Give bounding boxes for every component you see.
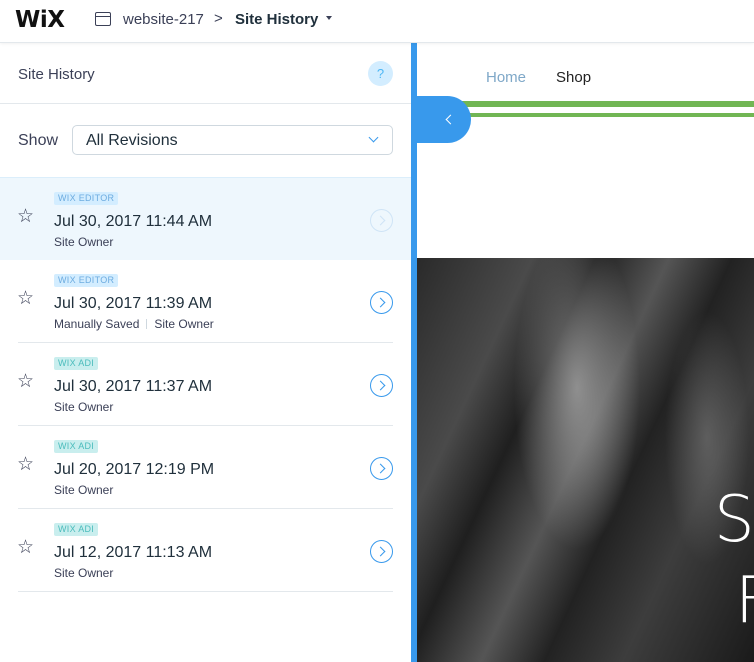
panel-header: Site History ? <box>0 43 411 104</box>
site-history-panel: Site History ? Show All Revisions ☆ WIX E… <box>0 43 411 662</box>
breadcrumb-site-name[interactable]: website-217 <box>123 11 204 28</box>
row-divider <box>18 591 393 592</box>
hero-title-letter: S <box>714 483 754 557</box>
revision-source-badge: WIX ADI <box>54 440 99 453</box>
star-icon[interactable]: ☆ <box>17 372 34 391</box>
breadcrumb-current-page[interactable]: Site History <box>235 11 318 28</box>
revision-row[interactable]: ☆ WIX ADI Jul 12, 2017 11:13 AM Site Owner <box>0 509 411 592</box>
revision-row[interactable]: ☆ WIX EDITOR Jul 30, 2017 11:39 AM Manually… <box>0 260 411 343</box>
star-icon[interactable]: ☆ <box>17 207 34 226</box>
revision-date: Jul 12, 2017 11:13 AM <box>54 544 213 561</box>
revision-filter-dropdown[interactable]: All Revisions <box>72 125 393 155</box>
revision-meta: Site Owner <box>54 483 113 497</box>
preview-green-bar <box>417 101 754 107</box>
revision-date: Jul 30, 2017 11:37 AM <box>54 378 213 395</box>
open-revision-chevron-icon[interactable] <box>370 209 393 232</box>
open-revision-chevron-icon[interactable] <box>370 457 393 480</box>
revision-row[interactable]: ☆ WIX ADI Jul 20, 2017 12:19 PM Site Owner <box>0 426 411 509</box>
revision-meta-item: Manually Saved <box>54 317 140 331</box>
revision-date: Jul 20, 2017 12:19 PM <box>54 461 215 478</box>
site-preview: Home Shop S F <box>417 43 754 662</box>
meta-separator <box>146 319 148 329</box>
chevron-down-icon <box>368 132 379 143</box>
breadcrumb-separator: > <box>214 10 223 27</box>
revision-source-badge: WIX EDITOR <box>54 192 119 205</box>
open-revision-chevron-icon[interactable] <box>370 374 393 397</box>
revision-row[interactable]: ☆ WIX ADI Jul 30, 2017 11:37 AM Site Owner <box>0 343 411 426</box>
caret-down-icon[interactable] <box>326 16 332 20</box>
hero-subtitle-letter: F <box>735 564 754 638</box>
revision-list: ☆ WIX EDITOR Jul 30, 2017 11:44 AM Site Own… <box>0 177 411 592</box>
collapse-panel-button[interactable] <box>411 96 471 143</box>
revision-meta: Site Owner <box>54 566 113 580</box>
panel-title: Site History <box>18 66 95 83</box>
preview-green-bar-thin <box>470 113 754 117</box>
revision-filter-value: All Revisions <box>86 132 178 149</box>
star-icon[interactable]: ☆ <box>17 538 34 557</box>
open-revision-chevron-icon[interactable] <box>370 291 393 314</box>
preview-hero-image: S F <box>417 258 754 662</box>
revision-meta-item: Site Owner <box>54 566 114 580</box>
show-label: Show <box>18 132 59 149</box>
revision-source-badge: WIX ADI <box>54 523 99 536</box>
revision-source-badge: WIX ADI <box>54 357 99 370</box>
preview-nav-home[interactable]: Home <box>486 69 526 86</box>
revision-meta-item: Site Owner <box>54 235 114 249</box>
star-icon[interactable]: ☆ <box>17 455 34 474</box>
star-icon[interactable]: ☆ <box>17 289 34 308</box>
revision-meta: Manually Saved Site Owner <box>54 317 214 331</box>
revision-source-badge: WIX EDITOR <box>54 274 119 287</box>
preview-nav-shop[interactable]: Shop <box>556 69 591 86</box>
revision-meta-item: Site Owner <box>54 400 114 414</box>
help-button[interactable]: ? <box>368 61 393 86</box>
revision-meta-item: Site Owner <box>54 483 114 497</box>
revision-meta: Site Owner <box>54 400 113 414</box>
top-bar: WiX website-217 > Site History <box>0 0 754 43</box>
revision-date: Jul 30, 2017 11:39 AM <box>54 295 213 312</box>
revision-date: Jul 30, 2017 11:44 AM <box>54 213 213 230</box>
revision-row[interactable]: ☆ WIX EDITOR Jul 30, 2017 11:44 AM Site Own… <box>0 177 411 260</box>
revision-meta: Site Owner <box>54 235 113 249</box>
revision-meta-item: Site Owner <box>154 317 214 331</box>
site-icon <box>95 12 111 26</box>
wix-logo[interactable]: WiX <box>15 7 65 33</box>
open-revision-chevron-icon[interactable] <box>370 540 393 563</box>
